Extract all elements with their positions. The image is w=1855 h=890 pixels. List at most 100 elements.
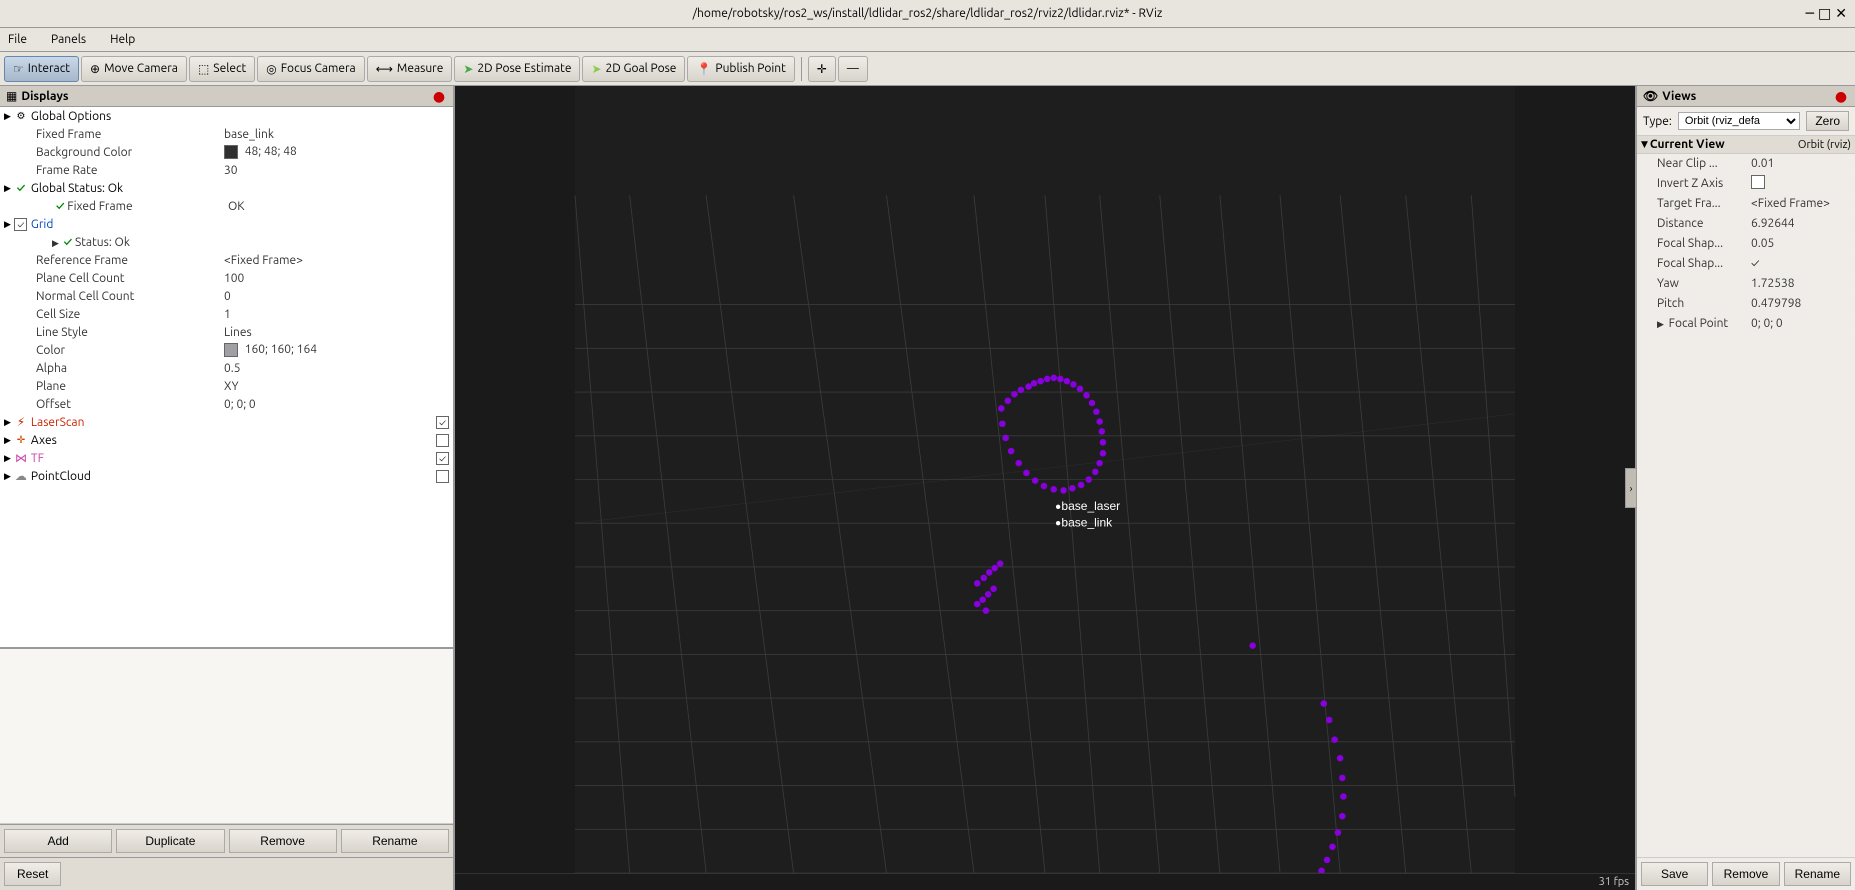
viewport[interactable]: .grid-line { stroke: #3a3a3a; stroke-wid… xyxy=(455,86,1635,890)
fps-bar: 31 fps xyxy=(455,873,1635,890)
near-clip-row: Near Clip ... 0.01 xyxy=(1637,154,1855,174)
displays-panel-header: ▦ Displays ● xyxy=(0,86,453,107)
interact-icon: ☞ xyxy=(13,62,24,76)
alpha-row: Alpha 0.5 xyxy=(0,359,453,377)
publish-point-button[interactable]: 📍 Publish Point xyxy=(687,56,794,82)
rename-button[interactable]: Rename xyxy=(341,829,449,853)
reference-frame-row: Reference Frame <Fixed Frame> xyxy=(0,251,453,269)
views-panel: › 👁 Views ● Type: Orbit (rviz_defa Zero … xyxy=(1635,86,1855,890)
views-panel-close[interactable]: ● xyxy=(1833,88,1849,104)
views-type-select[interactable]: Orbit (rviz_defa xyxy=(1678,112,1800,130)
remove-button[interactable]: Remove xyxy=(229,829,337,853)
normal-cell-count-row: Normal Cell Count 0 xyxy=(0,287,453,305)
point-cloud-item[interactable]: ▶ ☁ PointCloud xyxy=(0,467,453,485)
measure-button[interactable]: ⟷ Measure xyxy=(367,56,453,82)
focal-point-arrow[interactable]: ▶ xyxy=(1657,319,1664,329)
global-status-arrow[interactable]: ▶ xyxy=(4,183,11,194)
axes-checkbox[interactable] xyxy=(436,434,449,447)
offset-row: Offset 0; 0; 0 xyxy=(0,395,453,413)
current-view-arrow[interactable]: ▼ xyxy=(1641,139,1648,150)
global-status-icon: ✓ xyxy=(13,180,29,196)
duplicate-button[interactable]: Duplicate xyxy=(116,829,224,853)
grid-color-swatch[interactable] xyxy=(224,343,238,357)
axes-arrow[interactable]: ▶ xyxy=(4,435,11,446)
displays-panel: ▦ Displays ● ▶ ⚙ Global Options Fixed Fr… xyxy=(0,86,453,649)
yaw-row: Yaw 1.72538 xyxy=(1637,274,1855,294)
views-buttons: Save Remove Rename xyxy=(1637,857,1855,890)
distance-row: Distance 6.92644 xyxy=(1637,214,1855,234)
views-remove-button[interactable]: Remove xyxy=(1712,862,1779,886)
add-button[interactable]: Add xyxy=(4,829,112,853)
goal-pose-icon: ➤ xyxy=(591,62,601,76)
frame-rate-row: Frame Rate 30 xyxy=(0,161,453,179)
interact-button[interactable]: ☞ Interact xyxy=(4,56,79,82)
grid-status-row: ▶ ✓ Status: Ok xyxy=(0,233,453,251)
target-fra-row: Target Fra... <Fixed Frame> xyxy=(1637,194,1855,214)
goal-pose-button[interactable]: ➤ 2D Goal Pose xyxy=(582,56,685,82)
point-cloud-arrow[interactable]: ▶ xyxy=(4,471,11,482)
pose-estimate-button[interactable]: ➤ 2D Pose Estimate xyxy=(454,56,580,82)
global-options-item[interactable]: ▶ ⚙ Global Options xyxy=(0,107,453,125)
main-area: ▦ Displays ● ▶ ⚙ Global Options Fixed Fr… xyxy=(0,86,1855,890)
left-panel: ▦ Displays ● ▶ ⚙ Global Options Fixed Fr… xyxy=(0,86,455,890)
global-options-arrow[interactable]: ▶ xyxy=(4,111,11,122)
grid-status-arrow[interactable]: ▶ xyxy=(52,238,59,248)
help-menu[interactable]: Help xyxy=(106,31,139,48)
fixed-frame-status-row: ✓ Fixed Frame OK xyxy=(0,197,453,215)
grid-arrow[interactable]: ▶ xyxy=(4,219,11,230)
grid-icon xyxy=(13,216,29,232)
views-save-button[interactable]: Save xyxy=(1641,862,1708,886)
invert-z-checkbox[interactable] xyxy=(1751,175,1765,189)
zero-button[interactable]: Zero xyxy=(1806,111,1849,131)
grid-item[interactable]: ▶ Grid xyxy=(0,215,453,233)
publish-point-icon: 📍 xyxy=(696,62,711,76)
views-tree: ▼ Current View Orbit (rviz) Near Clip ..… xyxy=(1637,136,1855,857)
axes-item[interactable]: ▶ ✛ Axes xyxy=(0,431,453,449)
point-cloud-icon: ☁ xyxy=(13,468,29,484)
base-laser-label: base_laser xyxy=(1061,499,1120,513)
move-camera-icon: ⊕ xyxy=(90,62,100,76)
minimize-button[interactable]: ─ xyxy=(1806,5,1814,22)
laser-scan-checkbox[interactable] xyxy=(436,416,449,429)
tf-arrow[interactable]: ▶ xyxy=(4,453,11,464)
views-icon: 👁 xyxy=(1643,89,1658,103)
cell-size-row: Cell Size 1 xyxy=(0,305,453,323)
toolbar: ☞ Interact ⊕ Move Camera ⬚ Select ◎ Focu… xyxy=(0,52,1855,86)
pose-estimate-icon: ➤ xyxy=(463,62,473,76)
focus-camera-button[interactable]: ◎ Focus Camera xyxy=(257,56,364,82)
focal-shap2-row: Focal Shap... ✓ xyxy=(1637,254,1855,274)
global-status-item[interactable]: ▶ ✓ Global Status: Ok xyxy=(0,179,453,197)
move-camera-button[interactable]: ⊕ Move Camera xyxy=(81,56,187,82)
background-color-row: Background Color 48; 48; 48 xyxy=(0,143,453,161)
views-title: 👁 Views xyxy=(1643,89,1696,103)
reset-bar: Reset xyxy=(0,857,453,890)
reset-button[interactable]: Reset xyxy=(4,862,61,886)
select-button[interactable]: ⬚ Select xyxy=(189,56,255,82)
plus-button[interactable]: ✛ xyxy=(808,56,836,82)
point-cloud-checkbox[interactable] xyxy=(436,470,449,483)
minus-icon: — xyxy=(847,62,859,75)
invert-z-row: Invert Z Axis xyxy=(1637,174,1855,194)
minus-button[interactable]: — xyxy=(838,56,868,82)
close-button[interactable]: ✕ xyxy=(1835,5,1847,22)
views-collapse-arrow[interactable]: › xyxy=(1625,468,1637,508)
tf-checkbox[interactable] xyxy=(436,452,449,465)
displays-buttons: Add Duplicate Remove Rename xyxy=(0,824,453,857)
panels-menu[interactable]: Panels xyxy=(47,31,90,48)
laser-scan-item[interactable]: ▶ ⚡ LaserScan xyxy=(0,413,453,431)
displays-panel-close[interactable]: ● xyxy=(431,88,447,104)
views-rename-button[interactable]: Rename xyxy=(1784,862,1851,886)
laser-scan-arrow[interactable]: ▶ xyxy=(4,417,11,428)
current-view-header[interactable]: ▼ Current View Orbit (rviz) xyxy=(1637,136,1855,154)
background-color-swatch[interactable] xyxy=(224,145,238,159)
file-menu[interactable]: File xyxy=(4,31,31,48)
plane-cell-count-row: Plane Cell Count 100 xyxy=(0,269,453,287)
3d-view[interactable]: .grid-line { stroke: #3a3a3a; stroke-wid… xyxy=(455,86,1635,873)
focal-point-row[interactable]: ▶ Focal Point 0; 0; 0 xyxy=(1637,314,1855,334)
maximize-button[interactable]: □ xyxy=(1818,5,1831,22)
displays-icon: ▦ xyxy=(6,89,17,103)
line-style-row: Line Style Lines xyxy=(0,323,453,341)
bottom-subpanel xyxy=(0,649,453,824)
displays-tree: ▶ ⚙ Global Options Fixed Frame base_link… xyxy=(0,107,453,647)
tf-item[interactable]: ▶ ⋈ TF xyxy=(0,449,453,467)
